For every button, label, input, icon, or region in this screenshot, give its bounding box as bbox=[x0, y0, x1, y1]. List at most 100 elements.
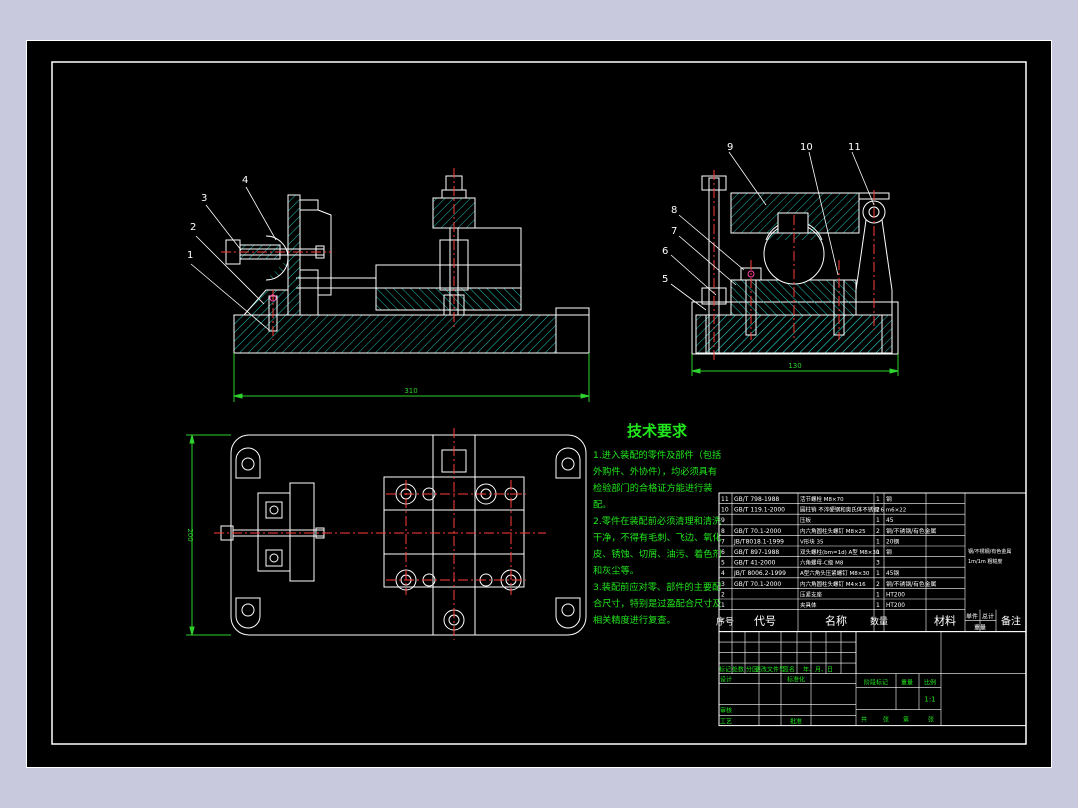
bom-code: GB/T 119.1-2000 bbox=[734, 507, 785, 514]
bom-name: 内六角圆柱头螺钉 M4×16 bbox=[800, 580, 866, 588]
title-scale-value: 1:1 bbox=[924, 696, 935, 704]
bom-material: 45钢 bbox=[886, 569, 899, 577]
bom-no: 7 bbox=[721, 538, 725, 545]
bom-code: JB/T 8006.2-1999 bbox=[733, 570, 786, 577]
bom-material: HT200 bbox=[886, 592, 905, 598]
balloon-8: 8 bbox=[671, 205, 677, 216]
bom-name: 双头螺柱(bm=1d) A型 M8×30 bbox=[800, 548, 880, 556]
bom-header-total: 总计 bbox=[982, 613, 994, 621]
balloon-7: 7 bbox=[671, 226, 677, 237]
bom-material: 钢 bbox=[886, 548, 892, 556]
dim-top-height: 200 bbox=[186, 528, 194, 541]
bom-code: GB/T 798-1988 bbox=[734, 496, 779, 503]
bom-qty: 1 bbox=[876, 517, 880, 524]
bom-header-weight: 重量 bbox=[974, 624, 986, 632]
bom-header-code: 代号 bbox=[754, 615, 776, 628]
dim-side-width: 130 bbox=[788, 362, 801, 370]
bom-code: GB/T 70.1-2000 bbox=[734, 581, 781, 588]
title-row-label: 更改文件号 bbox=[755, 666, 785, 674]
bom-table: 11 GB/T 798-1988 活节螺栓 M8×70 1 钢10 GB/T 119.1-… bbox=[716, 492, 1027, 633]
bom-name: 压板 bbox=[800, 516, 812, 524]
balloon-11: 11 bbox=[848, 142, 861, 153]
bom-qty: 1 bbox=[876, 602, 880, 609]
bom-code: GB/T 897-1988 bbox=[734, 549, 779, 556]
bom-no: 1 bbox=[721, 602, 725, 609]
top-base-outline bbox=[230, 434, 587, 636]
side-view bbox=[691, 175, 899, 355]
tech-line: 配。 bbox=[593, 500, 611, 511]
balloon-1: 1 bbox=[187, 250, 193, 261]
bom-header-unit: 单件 bbox=[966, 613, 978, 621]
bom-material: HT200 bbox=[886, 603, 905, 609]
tech-line: 和灰尘等。 bbox=[593, 565, 639, 577]
bom-name: V形块 35 bbox=[800, 537, 824, 545]
tech-line: 外购件、外协件），均必须具有 bbox=[593, 466, 717, 478]
title-std: 标准化 bbox=[787, 676, 805, 684]
bom-material: 45 bbox=[886, 518, 894, 524]
title-frame bbox=[718, 631, 1027, 727]
balloon-3: 3 bbox=[201, 193, 207, 204]
bom-name: 圆柱销 不淬硬钢和奥氏体不锈钢 6 m6×22 bbox=[800, 506, 906, 514]
bom-code: GB/T 70.1-2000 bbox=[734, 528, 781, 535]
dim-front-width: 310 bbox=[404, 387, 417, 395]
tech-line: 1.进入装配的零件及部件（包括 bbox=[593, 449, 721, 461]
bom-qty: 1 bbox=[876, 549, 880, 556]
bom-qty: 1 bbox=[876, 570, 880, 577]
title-scale: 比例 bbox=[924, 679, 936, 687]
outer-frame bbox=[26, 40, 1052, 768]
balloon-9: 9 bbox=[727, 142, 733, 153]
front-support bbox=[242, 289, 289, 316]
front-view bbox=[225, 175, 590, 354]
bom-material: 20钢 bbox=[886, 537, 899, 545]
balloon-5: 5 bbox=[662, 274, 668, 285]
title-row-label: 签名 bbox=[783, 666, 795, 674]
bom-qty: 1 bbox=[876, 496, 880, 503]
balloon-2: 2 bbox=[190, 222, 196, 233]
title-design: 设计 bbox=[720, 676, 732, 684]
bom-material: 钢/不锈钢/有色金属 bbox=[886, 580, 936, 588]
bom-qty: 2 bbox=[876, 581, 880, 588]
bom-no: 3 bbox=[721, 581, 725, 588]
tech-line: 皮、锈蚀、切屑、油污、着色剂 bbox=[593, 548, 722, 560]
bom-code: JB/T8018.1-1999 bbox=[733, 538, 784, 545]
bom-material: 钢 bbox=[886, 495, 892, 503]
tech-line: 干净，不得有毛刺、飞边、氧化 bbox=[593, 532, 722, 544]
bom-header-name: 名称 bbox=[825, 614, 847, 628]
bom-name: 六角螺母-C级 M8 bbox=[800, 559, 844, 567]
balloon-6: 6 bbox=[662, 246, 668, 257]
bom-header-material: 材料 bbox=[934, 614, 956, 628]
bom-name: A型六角头压紧螺钉 M8×30 bbox=[800, 569, 870, 577]
balloon-4: 4 bbox=[242, 175, 248, 186]
title-weight: 重量 bbox=[901, 679, 913, 687]
bom-material: 钢/不锈钢/有色金属 bbox=[886, 527, 936, 535]
title-page: 第 bbox=[903, 716, 909, 724]
title-approve: 批准 bbox=[790, 718, 802, 726]
bom-header-qty: 数量 bbox=[870, 616, 888, 628]
bom-header-remark: 备注 bbox=[1001, 615, 1021, 628]
top-view bbox=[220, 434, 587, 636]
title-process: 工艺 bbox=[720, 718, 732, 726]
title-block: 标记 处数 分区更改文件号签名 年、月、日设计 标准化 阶段标记 重量 比例1:1审核工艺 批准… bbox=[718, 631, 1027, 727]
title-row-label: 标记 bbox=[719, 666, 731, 674]
drawing-sheet: 310 1 2 3 4 130 9 10 11 8 7 6 5 200 技术要求… bbox=[26, 40, 1052, 768]
title-row-label: 年、月、日 bbox=[803, 666, 833, 674]
bom-name: 内六角圆柱头螺钉 M8×25 bbox=[800, 527, 866, 535]
bom-name: 压紧支座 bbox=[800, 590, 823, 598]
bom-qty: 2 bbox=[876, 528, 880, 535]
title-stage: 阶段标记 bbox=[864, 679, 888, 687]
cad-canvas: 310 1 2 3 4 130 9 10 11 8 7 6 5 200 技术要求… bbox=[26, 40, 1052, 768]
bom-no: 8 bbox=[721, 528, 725, 535]
bom-no: 4 bbox=[721, 570, 725, 577]
bom-qty: 1 bbox=[876, 538, 880, 545]
tech-line: 检验部门的合格证方能进行装 bbox=[593, 482, 712, 494]
bom-qty: 1 bbox=[876, 591, 880, 598]
tech-line: 2.零件在装配前必须清理和清洗 bbox=[593, 515, 721, 527]
bom-no: 2 bbox=[721, 591, 725, 598]
bom-side-note: 钢/不锈钢/有色金属 bbox=[968, 548, 1011, 555]
tech-title: 技术要求 bbox=[627, 422, 688, 440]
top-centerlines bbox=[214, 428, 546, 640]
title-sheet-unit: 张 bbox=[883, 716, 889, 724]
title-page-unit: 张 bbox=[928, 716, 934, 724]
bom-qty: 2 bbox=[876, 507, 880, 514]
front-base bbox=[233, 314, 557, 354]
